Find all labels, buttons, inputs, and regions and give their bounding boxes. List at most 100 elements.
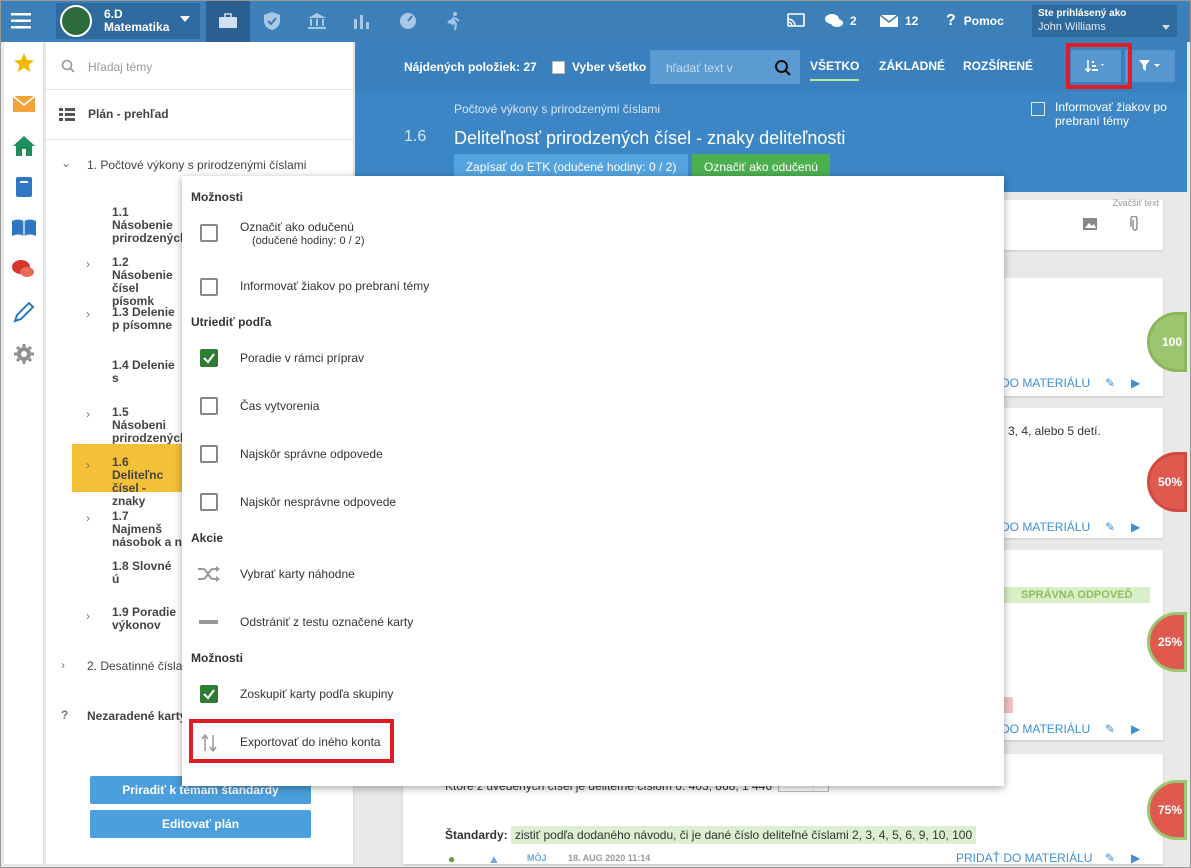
- minus-icon: [196, 611, 222, 633]
- image-icon[interactable]: [1083, 218, 1097, 230]
- class-avatar: [60, 5, 92, 37]
- discussion-icon[interactable]: [10, 256, 38, 284]
- check-icon: [203, 689, 215, 700]
- pencil-icon[interactable]: ✎: [1105, 376, 1115, 390]
- sort-options-dropdown: Možnosti Označiť ako odučenú (odučené ho…: [182, 176, 1004, 786]
- select-all-checkbox[interactable]: [552, 61, 565, 74]
- notebook-icon[interactable]: [10, 173, 38, 201]
- pencil-icon[interactable]: ✎: [1105, 851, 1115, 865]
- open-book-icon[interactable]: [10, 214, 38, 242]
- pencil-icon[interactable]: ✎: [1105, 520, 1115, 534]
- cast-icon[interactable]: [774, 0, 818, 42]
- inform-students-checkbox[interactable]: [200, 278, 218, 296]
- play-icon[interactable]: ▶: [1131, 851, 1140, 865]
- chat-counter[interactable]: 2: [824, 0, 857, 42]
- play-icon[interactable]: ▶: [1131, 722, 1140, 736]
- chat-count: 2: [850, 14, 857, 28]
- plan-overview[interactable]: Plán - prehľad: [46, 90, 354, 140]
- chevron-down-icon: [180, 16, 190, 22]
- gauge-icon[interactable]: [386, 0, 430, 42]
- tab-extended[interactable]: ROZŠÍRENÉ: [963, 59, 1033, 73]
- section-actions: Akcie: [191, 531, 224, 545]
- class-name: 6.D Matematika: [104, 8, 169, 34]
- option-sort-wrong[interactable]: Najskôr nesprávne odpovede: [182, 481, 1004, 521]
- mark-taught-checkbox[interactable]: [200, 224, 218, 242]
- edit-plan-button[interactable]: Editovať plán: [90, 810, 311, 838]
- pen-icon[interactable]: [10, 298, 38, 326]
- search-icon[interactable]: [774, 59, 792, 77]
- owner-label: MÔJ: [527, 853, 547, 863]
- add-to-material-link[interactable]: DO MATERIÁLU: [1001, 520, 1090, 534]
- help-button[interactable]: ? Pomoc: [946, 0, 1004, 42]
- option-group-cards[interactable]: Zoskupiť karty podľa skupiny: [182, 673, 1004, 713]
- option-mark-taught[interactable]: Označiť ako odučenú (odučené hodiny: 0 /…: [182, 212, 1004, 258]
- help-label: Pomoc: [963, 14, 1004, 28]
- option-sort-created[interactable]: Čas vytvorenia: [182, 385, 1004, 425]
- toolbar: Nájdených položiek: 27 Vyber všetko hľad…: [355, 42, 1187, 92]
- option-label: Vybrať karty náhodne: [240, 567, 355, 581]
- inform-students-checkbox[interactable]: [1031, 102, 1045, 116]
- card-text: i 3, 4, alebo 5 detí.: [1002, 424, 1101, 438]
- walking-icon[interactable]: [432, 0, 476, 42]
- select-all-label: Vyber všetko: [572, 60, 647, 74]
- sort-created-checkbox[interactable]: [200, 397, 218, 415]
- mail-icon[interactable]: [10, 90, 38, 118]
- option-random-cards[interactable]: Vybrať karty náhodne: [182, 553, 1004, 593]
- topic-search[interactable]: Hľadaj témy: [46, 42, 354, 90]
- play-icon[interactable]: ▶: [1131, 376, 1140, 390]
- card-search-input[interactable]: hľadať text v: [650, 50, 800, 84]
- menu-icon[interactable]: [4, 4, 38, 38]
- option-remove-cards[interactable]: Odstrániť z testu označené karty: [182, 601, 1004, 641]
- chat-icon: [825, 14, 843, 27]
- option-label: Označiť ako odučenú: [240, 220, 354, 234]
- mail-icon: [879, 14, 899, 27]
- mail-counter[interactable]: 12: [879, 0, 918, 42]
- tree-label: 1.3 Delenie p písomne: [112, 306, 175, 332]
- tree-label: 2. Desatinné čísla: [87, 660, 182, 673]
- tree-chapter-1[interactable]: ⌄ 1. Počtové výkony s prirodzenými čísla…: [46, 154, 354, 178]
- tab-all[interactable]: VŠETKO: [810, 59, 860, 81]
- add-to-material-link[interactable]: DO MATERIÁLU: [1001, 722, 1090, 736]
- sort-button-highlight: [1066, 43, 1132, 89]
- chevron-right-icon: ›: [86, 458, 90, 472]
- pencil-icon[interactable]: ✎: [1105, 722, 1115, 736]
- star-icon[interactable]: [10, 49, 38, 77]
- filter-button[interactable]: [1125, 50, 1175, 82]
- wrong-marker: [1003, 697, 1013, 713]
- sort-order-checkbox[interactable]: [200, 349, 218, 367]
- tree-label: 1.5 Násobeni prirodzených: [112, 406, 182, 445]
- search-placeholder: Hľadaj témy: [88, 60, 153, 74]
- briefcase-icon[interactable]: [206, 0, 250, 42]
- tree-topic-1-6-selected[interactable]: › 1.6 Deliteľnc čísel - znaky: [72, 444, 182, 508]
- option-sort-order[interactable]: Poradie v rámci príprav: [182, 337, 1004, 377]
- group-cards-checkbox[interactable]: [200, 685, 218, 703]
- list-icon: [59, 108, 75, 121]
- tree-label: 1.8 Slovné ú: [112, 560, 172, 586]
- sort-wrong-checkbox[interactable]: [200, 493, 218, 511]
- play-icon[interactable]: ▶: [1131, 520, 1140, 534]
- home-icon[interactable]: [10, 132, 38, 160]
- user-menu[interactable]: Ste prihlásený ako John Williams: [1032, 5, 1177, 37]
- class-selector[interactable]: 6.D Matematika: [56, 3, 200, 39]
- shield-icon[interactable]: [250, 0, 294, 42]
- search-icon: [61, 59, 75, 73]
- add-to-material-link[interactable]: DO MATERIÁLU: [1001, 376, 1090, 390]
- check-icon: [203, 353, 215, 364]
- standards-label: Štandardy:: [445, 828, 508, 842]
- sort-correct-checkbox[interactable]: [200, 445, 218, 463]
- bank-icon[interactable]: [295, 0, 339, 42]
- bar-chart-icon[interactable]: [340, 0, 384, 42]
- gear-icon[interactable]: [10, 340, 38, 368]
- option-inform-students[interactable]: Informovať žiakov po prebraní témy: [182, 266, 1004, 306]
- enlarge-text-link[interactable]: Zvačšiť text: [1113, 198, 1159, 208]
- tab-basic[interactable]: ZÁKLADNÉ: [879, 59, 945, 73]
- standard-tag: zistiť podľa dodaného návodu, či je dané…: [511, 826, 977, 844]
- add-to-material-link[interactable]: PRIDAŤ DO MATERIÁLU: [956, 851, 1092, 865]
- found-items-count: Nájdených položiek: 27: [404, 60, 537, 74]
- attachment-icon[interactable]: [1130, 216, 1140, 232]
- chevron-right-icon: ›: [86, 307, 90, 321]
- chevron-right-icon: ›: [86, 511, 90, 525]
- option-sort-correct[interactable]: Najskôr správne odpovede: [182, 433, 1004, 473]
- option-sublabel: (odučené hodiny: 0 / 2): [252, 235, 365, 247]
- tree-label: Nezaradené karty: [87, 710, 182, 723]
